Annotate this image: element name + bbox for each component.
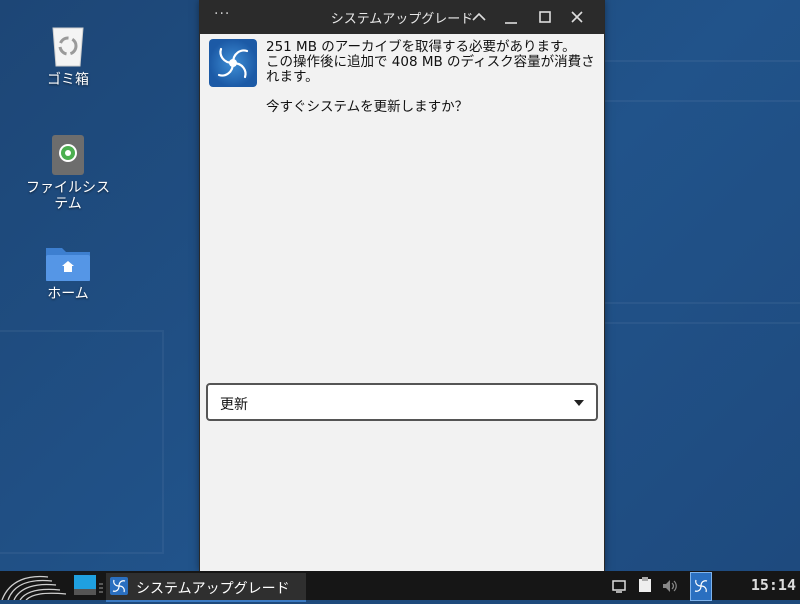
taskbar-window-label: システムアップグレード (136, 581, 290, 597)
volume-icon[interactable] (662, 578, 678, 592)
close-icon (571, 11, 583, 23)
message-question: 今すぐシステムを更新しますか？ (266, 99, 469, 115)
filesystem-icon (51, 134, 85, 176)
trash-icon (48, 24, 88, 68)
desktop-icon-label: ホーム (47, 286, 89, 302)
home-folder-icon (45, 244, 91, 282)
taskbar: システムアップグレード 15:14 (0, 571, 800, 602)
wallpaper-pattern (0, 330, 164, 554)
show-desktop-icon (74, 575, 96, 595)
desktop-icon-label: ゴミ箱 (47, 72, 89, 88)
minimize-button[interactable] (500, 6, 522, 28)
wallpaper-pattern (600, 100, 800, 304)
desktop-icon-home[interactable]: ホーム (18, 244, 118, 302)
taskbar-separator (99, 579, 103, 593)
chevron-up-icon (472, 12, 486, 21)
clipboard-icon[interactable] (638, 577, 652, 593)
message-disk-usage: この操作後に追加で 408 MB のディスク容量が消費されます。 (266, 54, 595, 85)
desktop-icon-label: ファイルシステム (26, 180, 110, 212)
upgrade-dialog: ··· システムアップグレード 251 MB のアーカイブを取得する必要がありま… (200, 0, 604, 571)
window-titlebar[interactable]: ··· システムアップグレード (200, 0, 604, 34)
start-menu-icon (1, 575, 67, 600)
action-dropdown[interactable]: 更新 (206, 383, 598, 421)
taskbar-window-upgrade[interactable]: システムアップグレード (106, 573, 306, 602)
dropdown-selected-value: 更新 (220, 397, 248, 413)
desktop-icon-filesystem[interactable]: ファイルシステム (18, 134, 118, 212)
window-list-icon[interactable] (612, 578, 626, 593)
start-menu-button[interactable] (0, 571, 70, 600)
show-desktop-button[interactable] (74, 575, 96, 595)
maximize-icon (539, 11, 551, 23)
close-button[interactable] (566, 6, 588, 28)
update-notifier-icon[interactable] (690, 572, 712, 601)
minimize-icon (505, 22, 517, 24)
clock[interactable]: 15:14 (751, 576, 796, 594)
dialog-message: 251 MB のアーカイブを取得する必要があります。 この操作後に追加で 408… (266, 40, 596, 115)
system-logo-icon (110, 577, 128, 595)
dropdown-arrow-icon (574, 400, 584, 406)
system-logo-icon (209, 39, 257, 87)
rollup-button[interactable] (468, 6, 490, 28)
desktop-icon-trash[interactable]: ゴミ箱 (18, 24, 118, 88)
message-download-size: 251 MB のアーカイブを取得する必要があります。 (266, 39, 576, 55)
maximize-button[interactable] (534, 6, 556, 28)
